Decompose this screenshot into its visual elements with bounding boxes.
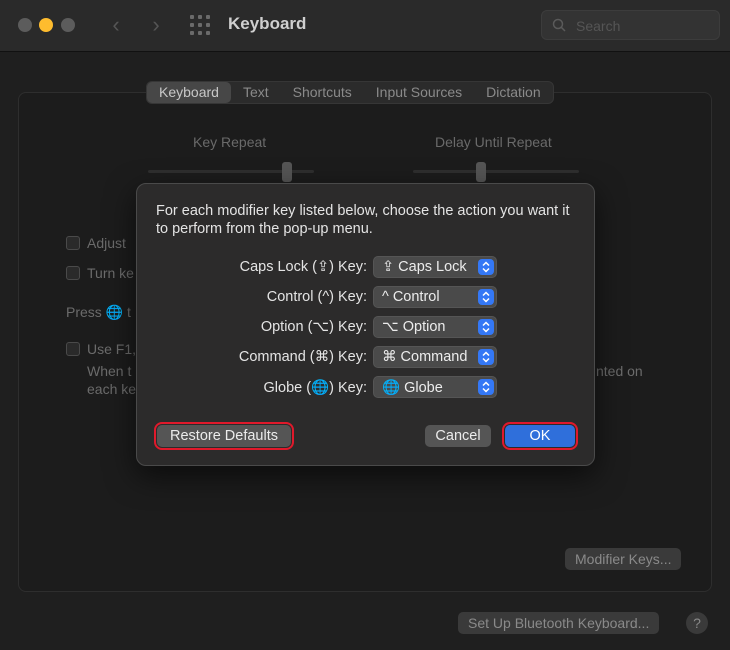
each-text: each ke xyxy=(87,381,137,397)
zoom-window-button[interactable] xyxy=(61,18,75,32)
window-title: Keyboard xyxy=(228,14,307,33)
globe-row: Globe (🌐) Key: 🌐 Globe xyxy=(137,376,596,398)
command-popup[interactable]: ⌘ Command xyxy=(373,346,497,368)
turn-checkbox[interactable] xyxy=(66,266,80,280)
popup-chevrons-icon xyxy=(478,289,494,305)
popup-chevrons-icon xyxy=(478,319,494,335)
forward-arrow-icon[interactable]: › xyxy=(143,12,169,38)
press-tail-text: t xyxy=(127,304,131,320)
globe-popup[interactable]: 🌐 Globe xyxy=(373,376,497,398)
delay-until-repeat-slider-knob[interactable] xyxy=(476,162,486,182)
setup-bluetooth-keyboard-button[interactable]: Set Up Bluetooth Keyboard... xyxy=(458,612,660,634)
search-field[interactable]: Search xyxy=(541,10,720,40)
command-popup-value: ⌘ Command xyxy=(382,349,468,365)
globe-key-label: Globe (🌐) Key: xyxy=(263,380,367,396)
key-repeat-label: Key Repeat xyxy=(193,134,267,150)
tab-dictation[interactable]: Dictation xyxy=(474,82,552,103)
control-key-label: Control (^) Key: xyxy=(266,289,367,305)
option-row: Option (⌥) Key: ⌥ Option xyxy=(137,316,596,338)
delay-until-repeat-label: Delay Until Repeat xyxy=(435,134,552,150)
control-popup-value: ^ Control xyxy=(382,289,440,305)
press-text: Press xyxy=(66,304,102,320)
search-placeholder: Search xyxy=(576,18,621,34)
help-button[interactable]: ? xyxy=(686,612,708,634)
command-row: Command (⌘) Key: ⌘ Command xyxy=(137,346,596,368)
command-key-label: Command (⌘) Key: xyxy=(238,349,367,365)
when-text: When t xyxy=(87,363,132,379)
popup-chevrons-icon xyxy=(478,259,494,275)
option-popup-value: ⌥ Option xyxy=(382,319,446,335)
popup-chevrons-icon xyxy=(478,349,494,365)
tab-text[interactable]: Text xyxy=(231,82,281,103)
press-globe-label: Press 🌐 t xyxy=(66,304,131,321)
modifier-keys-dialog: For each modifier key listed below, choo… xyxy=(136,183,595,466)
show-all-grid-icon[interactable] xyxy=(190,15,212,35)
back-arrow-icon[interactable]: ‹ xyxy=(103,12,129,38)
title-bar: ‹ › Keyboard Search xyxy=(0,0,730,52)
tab-bar: Keyboard Text Shortcuts Input Sources Di… xyxy=(146,81,554,104)
adjust-checkbox[interactable] xyxy=(66,236,80,250)
control-row: Control (^) Key: ^ Control xyxy=(137,286,596,308)
minimize-window-button[interactable] xyxy=(39,18,53,32)
control-popup[interactable]: ^ Control xyxy=(373,286,497,308)
option-key-label: Option (⌥) Key: xyxy=(260,319,367,335)
cancel-button[interactable]: Cancel xyxy=(425,425,491,447)
dialog-description: For each modifier key listed below, choo… xyxy=(156,203,570,237)
tab-shortcuts[interactable]: Shortcuts xyxy=(281,82,364,103)
option-popup[interactable]: ⌥ Option xyxy=(373,316,497,338)
delay-until-repeat-slider[interactable] xyxy=(413,170,579,173)
caps-lock-row: Caps Lock (⇪) Key: ⇪ Caps Lock xyxy=(137,256,596,278)
close-window-button[interactable] xyxy=(18,18,32,32)
system-preferences-window: ‹ › Keyboard Search Keyboard Text Shortc… xyxy=(0,0,730,650)
use-f1-label: Use F1, xyxy=(87,341,137,357)
caps-lock-popup-value: ⇪ Caps Lock xyxy=(382,259,467,275)
tab-input-sources[interactable]: Input Sources xyxy=(364,82,474,103)
turn-label: Turn ke xyxy=(87,265,134,281)
tab-keyboard[interactable]: Keyboard xyxy=(147,82,231,103)
restore-defaults-button[interactable]: Restore Defaults xyxy=(154,422,294,450)
modifier-keys-button[interactable]: Modifier Keys... xyxy=(565,548,682,570)
globe-icon: 🌐 xyxy=(105,304,124,320)
search-icon xyxy=(552,18,566,32)
adjust-label: Adjust xyxy=(87,235,126,251)
ok-button[interactable]: OK xyxy=(502,422,578,450)
right-fragment-text: nted on xyxy=(596,363,643,379)
globe-popup-value: 🌐 Globe xyxy=(382,380,443,396)
use-f1-checkbox[interactable] xyxy=(66,342,80,356)
key-repeat-slider-knob[interactable] xyxy=(282,162,292,182)
caps-lock-key-label: Caps Lock (⇪) Key: xyxy=(239,259,367,275)
caps-lock-popup[interactable]: ⇪ Caps Lock xyxy=(373,256,497,278)
popup-chevrons-icon xyxy=(478,379,494,395)
